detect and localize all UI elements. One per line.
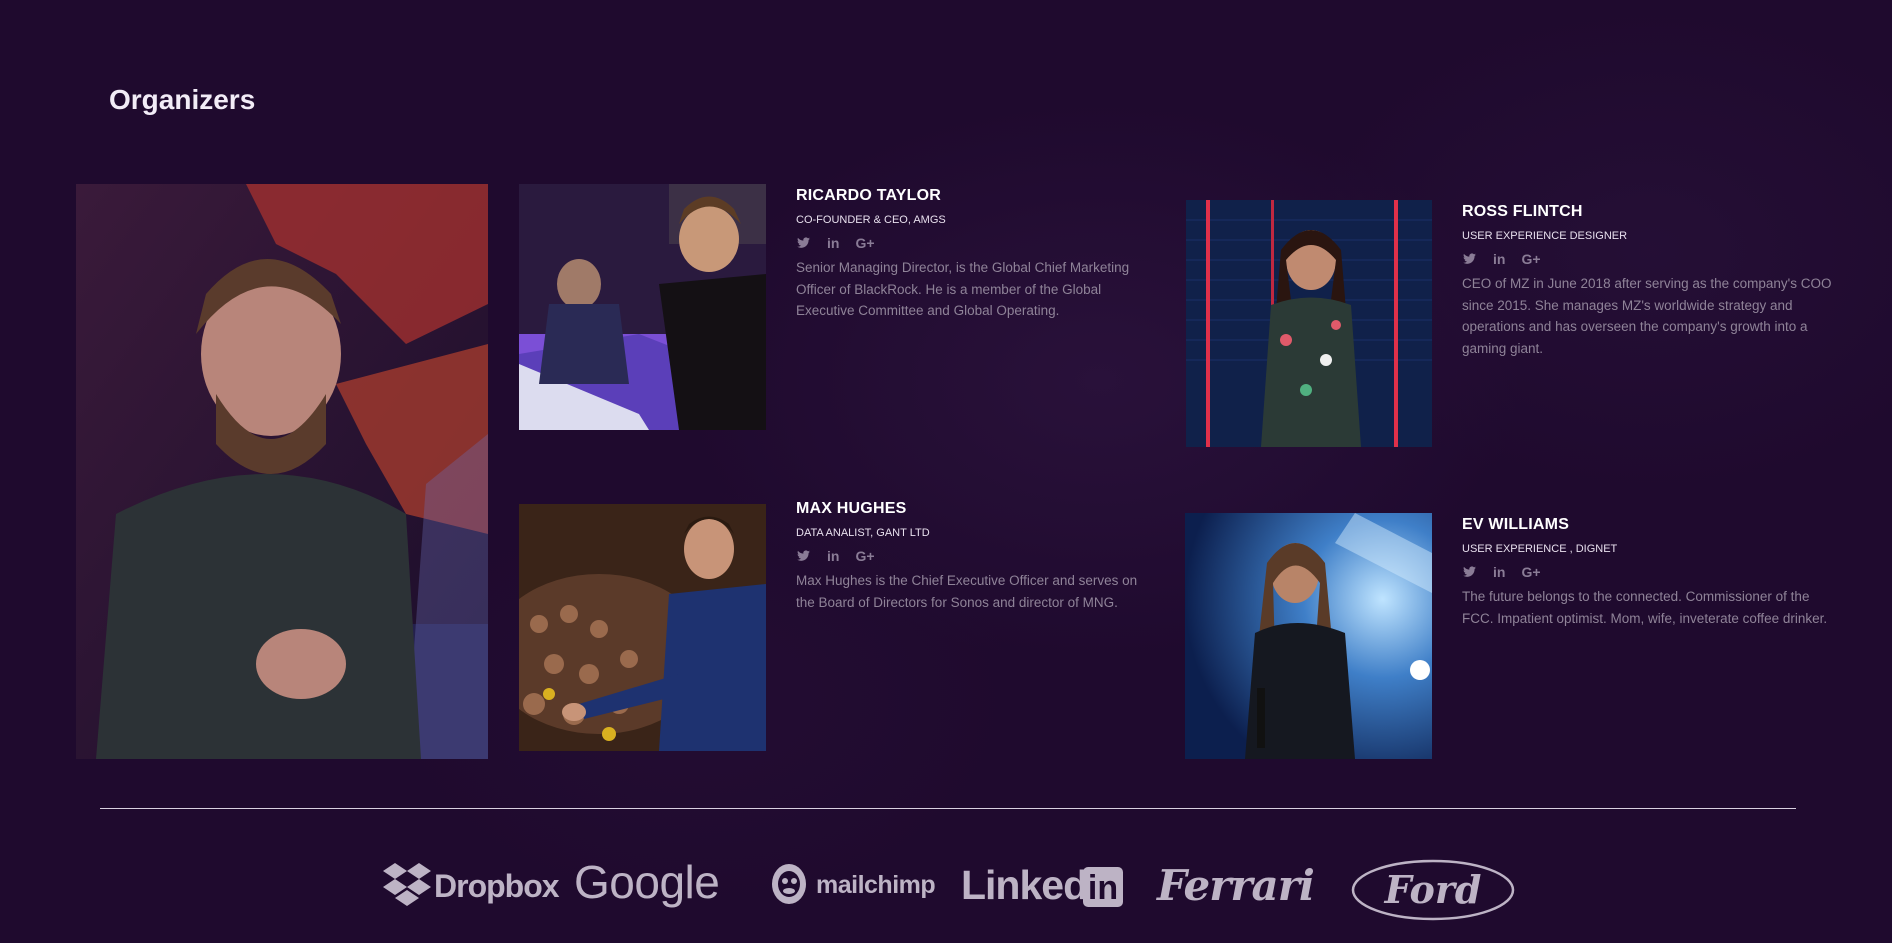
- linkedin-icon[interactable]: in: [1493, 564, 1505, 580]
- ford-wordmark: Ford: [1384, 867, 1482, 912]
- organizer-role: USER EXPERIENCE DESIGNER: [1462, 230, 1628, 242]
- google-plus-icon[interactable]: G+: [855, 548, 874, 564]
- linkedin-box-icon: in: [1083, 867, 1123, 907]
- organizer-card-ricardo: RICARDO TAYLOR CO-FOUNDER & CEO, AMGS in…: [796, 187, 1154, 322]
- organizer-role: CO-FOUNDER & CEO, AMGS: [796, 214, 946, 226]
- dropbox-icon: [383, 863, 431, 906]
- speaker-photo-ricardo: [519, 184, 766, 430]
- ford-logo[interactable]: Ford: [1351, 859, 1515, 921]
- mailchimp-icon: [772, 864, 806, 904]
- organizer-card-ev: EV WILLIAMS USER EXPERIENCE , DIGNET in …: [1462, 516, 1832, 629]
- organizer-bio: Senior Managing Director, is the Global …: [796, 260, 1130, 318]
- ferrari-wordmark: Ferrari: [1157, 861, 1315, 910]
- google-logo[interactable]: Google: [574, 855, 724, 915]
- google-wordmark: Google: [574, 856, 720, 908]
- organizer-card-ross: ROSS FLINTCH USER EXPERIENCE DESIGNER in…: [1462, 203, 1832, 359]
- linkedin-icon[interactable]: in: [1493, 251, 1505, 267]
- organizer-bio: CEO of MZ in June 2018 after serving as …: [1462, 276, 1832, 356]
- organizer-bio: Max Hughes is the Chief Executive Office…: [796, 573, 1138, 610]
- mailchimp-wordmark: mailchimp: [816, 871, 936, 899]
- organizer-name: EV WILLIAMS: [1462, 516, 1570, 533]
- organizer-name: ROSS FLINTCH: [1462, 203, 1583, 220]
- social-links: in G+: [796, 235, 1154, 251]
- organizer-card-max: MAX HUGHES DATA ANALIST, GANT LTD in G+ …: [796, 500, 1154, 613]
- organizer-bio: The future belongs to the connected. Com…: [1462, 589, 1828, 626]
- google-plus-icon[interactable]: G+: [1521, 564, 1540, 580]
- speaker-photo-ross: [1186, 200, 1432, 447]
- twitter-icon[interactable]: [796, 236, 811, 250]
- speaker-photo-ev: [1185, 513, 1432, 759]
- twitter-icon[interactable]: [1462, 252, 1477, 266]
- ferrari-logo[interactable]: Ferrari: [1157, 861, 1322, 911]
- linkedin-icon[interactable]: in: [827, 235, 839, 251]
- featured-speaker-photo: [76, 184, 488, 759]
- organizer-role: USER EXPERIENCE , DIGNET: [1462, 543, 1618, 555]
- dropbox-wordmark: Dropbox: [434, 868, 560, 904]
- google-plus-icon[interactable]: G+: [855, 235, 874, 251]
- twitter-icon[interactable]: [796, 549, 811, 563]
- sponsor-logos: Dropbox Google mailchimp Linked in Ferra…: [0, 855, 1892, 925]
- linkedin-wordmark: Linked: [961, 862, 1088, 908]
- linkedin-icon[interactable]: in: [827, 548, 839, 564]
- speaker-photo-max: [519, 504, 766, 751]
- organizer-role: DATA ANALIST, GANT LTD: [796, 527, 930, 539]
- section-title: Organizers: [109, 84, 256, 115]
- section-divider: [100, 808, 1796, 809]
- social-links: in G+: [1462, 251, 1832, 267]
- social-links: in G+: [1462, 564, 1832, 580]
- mailchimp-logo[interactable]: mailchimp: [768, 860, 938, 910]
- organizer-name: MAX HUGHES: [796, 500, 907, 517]
- social-links: in G+: [796, 548, 1154, 564]
- twitter-icon[interactable]: [1462, 565, 1477, 579]
- dropbox-logo[interactable]: Dropbox: [382, 860, 560, 910]
- organizer-name: RICARDO TAYLOR: [796, 187, 942, 204]
- google-plus-icon[interactable]: G+: [1521, 251, 1540, 267]
- linkedin-logo[interactable]: Linked in: [961, 860, 1131, 910]
